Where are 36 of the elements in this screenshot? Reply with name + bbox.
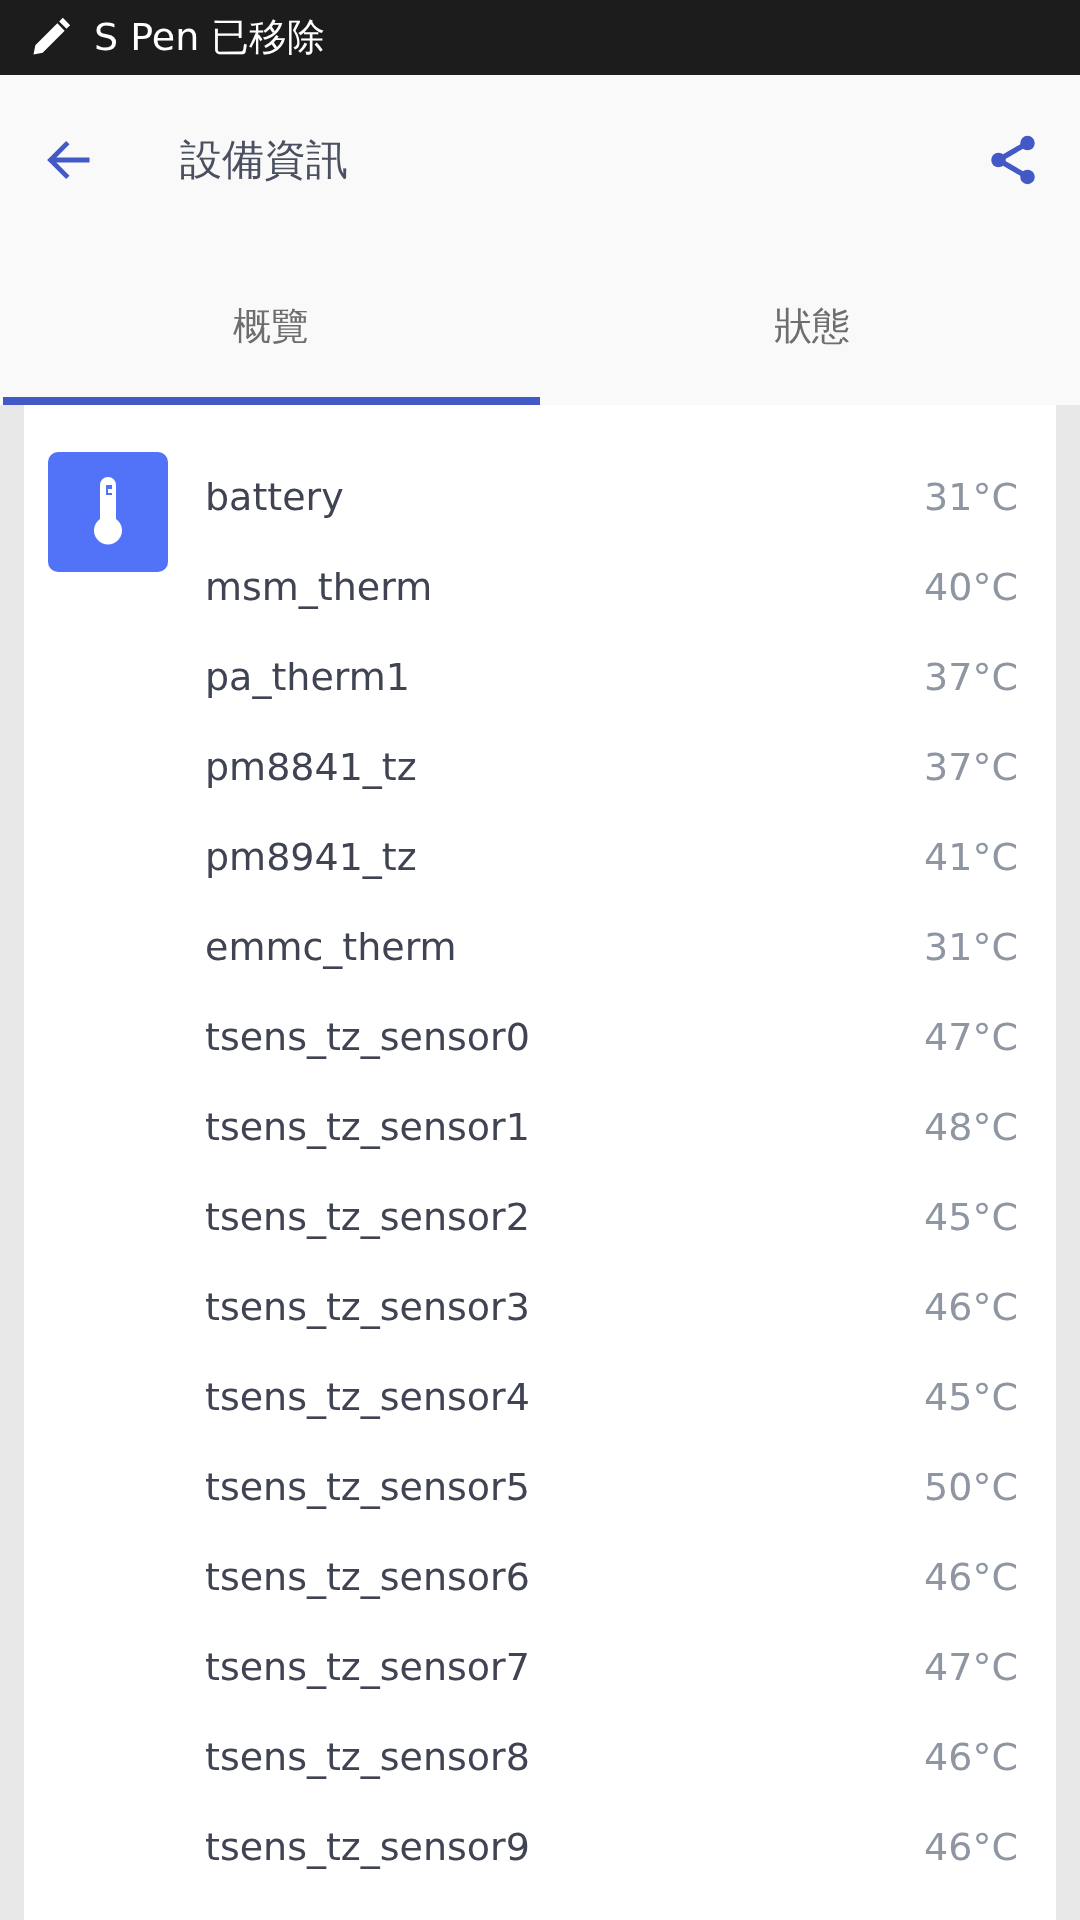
page-title: 設備資訊: [180, 134, 349, 186]
sensor-name: battery: [205, 475, 345, 519]
sensor-name: msm_therm: [205, 565, 434, 609]
sensor-name: tsens_tz_sensor5: [205, 1465, 531, 1509]
sensor-temperature: 47°C: [924, 1645, 1018, 1689]
tab[interactable]: 狀態: [543, 255, 1080, 405]
sensor-temperature: 41°C: [924, 835, 1018, 879]
sensor-temperature: 46°C: [924, 1825, 1018, 1869]
sensor-temperature: 31°C: [924, 925, 1018, 969]
sensor-name: tsens_tz_sensor1: [205, 1105, 531, 1149]
sensor-temperature: 46°C: [924, 1285, 1018, 1329]
sensor-temperature: 45°C: [924, 1375, 1018, 1419]
sensor-temperature: 37°C: [924, 655, 1018, 699]
sensor-temperature: 50°C: [924, 1465, 1018, 1509]
sensor-temperature: 48°C: [924, 1105, 1018, 1149]
sensor-name: tsens_tz_sensor2: [205, 1195, 531, 1239]
sensor-name: tsens_tz_sensor4: [205, 1375, 531, 1419]
sensor-temperature: 40°C: [924, 565, 1018, 609]
sensor-temperature: 31°C: [924, 475, 1018, 519]
sensor-name: emmc_therm: [205, 925, 458, 969]
sensor-name: tsens_tz_sensor8: [205, 1735, 531, 1779]
sensor-temperature: 46°C: [924, 1555, 1018, 1599]
sensor-name: tsens_tz_sensor0: [205, 1015, 531, 1059]
sensor-temperature: 37°C: [924, 745, 1018, 789]
thermometer-icon: [48, 452, 168, 572]
sensor-temperature: 46°C: [924, 1735, 1018, 1779]
sensor-name: tsens_tz_sensor9: [205, 1825, 531, 1869]
sensor-name: pa_therm1: [205, 655, 411, 699]
sensor-name: tsens_tz_sensor6: [205, 1555, 531, 1599]
sensor-name: pm8841_tz: [205, 745, 418, 789]
sensor-temperature: 45°C: [924, 1195, 1018, 1239]
notification-text: S Pen 已移除: [94, 14, 326, 61]
sensor-name: tsens_tz_sensor7: [205, 1645, 531, 1689]
sensor-name: tsens_tz_sensor3: [205, 1285, 531, 1329]
sensor-name: pm8941_tz: [205, 835, 418, 879]
sensor-temperature: 47°C: [924, 1015, 1018, 1059]
